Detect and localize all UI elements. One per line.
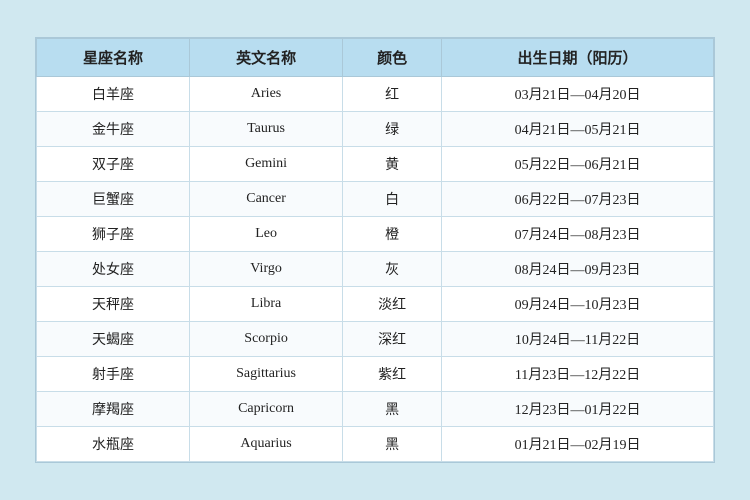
cell-dates: 04月21日—05月21日	[442, 112, 714, 147]
cell-dates: 06月22日—07月23日	[442, 182, 714, 217]
cell-color: 橙	[343, 217, 442, 252]
cell-dates: 07月24日—08月23日	[442, 217, 714, 252]
cell-dates: 01月21日—02月19日	[442, 427, 714, 462]
cell-color: 淡红	[343, 287, 442, 322]
cell-color: 深红	[343, 322, 442, 357]
cell-chinese-name: 天蝎座	[37, 322, 190, 357]
table-row: 水瓶座Aquarius黑01月21日—02月19日	[37, 427, 714, 462]
cell-chinese-name: 双子座	[37, 147, 190, 182]
cell-chinese-name: 摩羯座	[37, 392, 190, 427]
table-row: 巨蟹座Cancer白06月22日—07月23日	[37, 182, 714, 217]
zodiac-table: 星座名称 英文名称 颜色 出生日期（阳历） 白羊座Aries红03月21日—04…	[36, 38, 714, 462]
table-row: 白羊座Aries红03月21日—04月20日	[37, 77, 714, 112]
cell-color: 黄	[343, 147, 442, 182]
cell-chinese-name: 巨蟹座	[37, 182, 190, 217]
cell-english-name: Gemini	[190, 147, 343, 182]
cell-color: 红	[343, 77, 442, 112]
cell-chinese-name: 处女座	[37, 252, 190, 287]
cell-chinese-name: 天秤座	[37, 287, 190, 322]
cell-dates: 12月23日—01月22日	[442, 392, 714, 427]
zodiac-table-container: 星座名称 英文名称 颜色 出生日期（阳历） 白羊座Aries红03月21日—04…	[35, 37, 715, 463]
cell-dates: 09月24日—10月23日	[442, 287, 714, 322]
cell-chinese-name: 狮子座	[37, 217, 190, 252]
cell-english-name: Capricorn	[190, 392, 343, 427]
cell-english-name: Leo	[190, 217, 343, 252]
cell-dates: 08月24日—09月23日	[442, 252, 714, 287]
cell-color: 绿	[343, 112, 442, 147]
cell-english-name: Aries	[190, 77, 343, 112]
cell-color: 黑	[343, 392, 442, 427]
table-row: 摩羯座Capricorn黑12月23日—01月22日	[37, 392, 714, 427]
cell-english-name: Taurus	[190, 112, 343, 147]
table-row: 射手座Sagittarius紫红11月23日—12月22日	[37, 357, 714, 392]
table-row: 天秤座Libra淡红09月24日—10月23日	[37, 287, 714, 322]
table-row: 双子座Gemini黄05月22日—06月21日	[37, 147, 714, 182]
table-row: 狮子座Leo橙07月24日—08月23日	[37, 217, 714, 252]
cell-chinese-name: 白羊座	[37, 77, 190, 112]
cell-dates: 03月21日—04月20日	[442, 77, 714, 112]
cell-english-name: Scorpio	[190, 322, 343, 357]
cell-color: 紫红	[343, 357, 442, 392]
table-body: 白羊座Aries红03月21日—04月20日金牛座Taurus绿04月21日—0…	[37, 77, 714, 462]
cell-chinese-name: 金牛座	[37, 112, 190, 147]
cell-chinese-name: 水瓶座	[37, 427, 190, 462]
cell-color: 灰	[343, 252, 442, 287]
header-dates: 出生日期（阳历）	[442, 39, 714, 77]
table-row: 处女座Virgo灰08月24日—09月23日	[37, 252, 714, 287]
cell-chinese-name: 射手座	[37, 357, 190, 392]
cell-english-name: Cancer	[190, 182, 343, 217]
cell-color: 白	[343, 182, 442, 217]
cell-english-name: Sagittarius	[190, 357, 343, 392]
header-color: 颜色	[343, 39, 442, 77]
cell-english-name: Libra	[190, 287, 343, 322]
header-chinese-name: 星座名称	[37, 39, 190, 77]
table-row: 天蝎座Scorpio深红10月24日—11月22日	[37, 322, 714, 357]
cell-english-name: Aquarius	[190, 427, 343, 462]
table-row: 金牛座Taurus绿04月21日—05月21日	[37, 112, 714, 147]
cell-dates: 10月24日—11月22日	[442, 322, 714, 357]
cell-english-name: Virgo	[190, 252, 343, 287]
header-english-name: 英文名称	[190, 39, 343, 77]
cell-dates: 05月22日—06月21日	[442, 147, 714, 182]
cell-color: 黑	[343, 427, 442, 462]
table-header-row: 星座名称 英文名称 颜色 出生日期（阳历）	[37, 39, 714, 77]
cell-dates: 11月23日—12月22日	[442, 357, 714, 392]
